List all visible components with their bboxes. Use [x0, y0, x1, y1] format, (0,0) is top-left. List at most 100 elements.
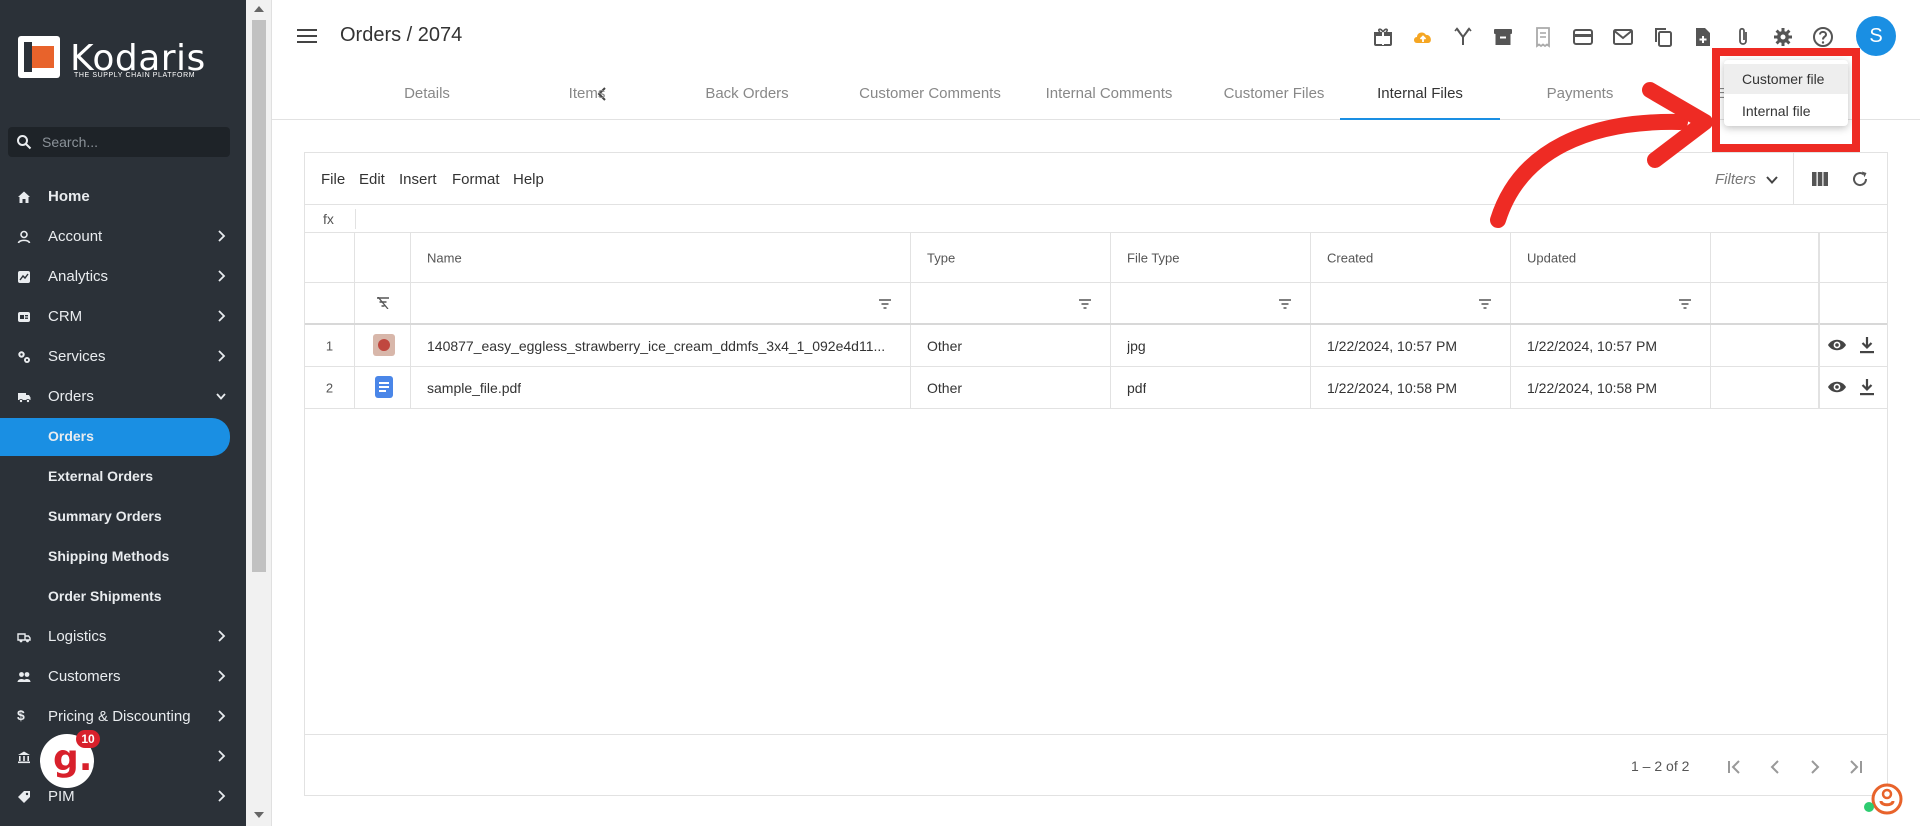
- first-page-icon[interactable]: [1727, 759, 1743, 775]
- sidebar-item-crm[interactable]: CRM: [0, 298, 246, 334]
- menu-format[interactable]: Format: [452, 171, 500, 188]
- copy-icon[interactable]: [1652, 26, 1674, 48]
- file-thumbnail-cell[interactable]: [355, 367, 411, 408]
- sidebar-subitem-shipping-methods[interactable]: Shipping Methods: [0, 538, 246, 574]
- tab-customer-comments[interactable]: Customer Comments: [832, 78, 1028, 120]
- download-icon[interactable]: [1857, 336, 1877, 354]
- file-type-cell[interactable]: pdf: [1111, 367, 1311, 408]
- file-type-cell[interactable]: jpg: [1111, 325, 1311, 366]
- table-row[interactable]: 1 140877_easy_eggless_strawberry_ice_cre…: [305, 325, 1887, 367]
- column-header-created[interactable]: Created: [1311, 233, 1511, 282]
- tab-customer-files[interactable]: Customer Files: [1194, 78, 1354, 120]
- paperclip-icon[interactable]: [1732, 26, 1754, 48]
- menu-edit[interactable]: Edit: [359, 171, 385, 188]
- tab-back-orders[interactable]: Back Orders: [672, 78, 822, 120]
- eye-icon[interactable]: [1827, 378, 1847, 396]
- filter-icon[interactable]: [1078, 298, 1092, 310]
- eye-icon[interactable]: [1827, 336, 1847, 354]
- column-header-extra: [1711, 233, 1819, 282]
- receipt-icon[interactable]: [1532, 26, 1554, 48]
- sidebar-subitem-order-shipments[interactable]: Order Shipments: [0, 578, 246, 614]
- table-row[interactable]: 2 sample_file.pdf Other pdf 1/22/2024, 1…: [305, 367, 1887, 409]
- document-icon[interactable]: [375, 376, 393, 398]
- scrollbar-thumb[interactable]: [252, 20, 266, 572]
- sidebar-item-home[interactable]: Home: [0, 178, 246, 214]
- filter-icon[interactable]: [1478, 298, 1492, 310]
- chat-support-icon[interactable]: [1870, 782, 1904, 816]
- sidebar-item-customers[interactable]: Customers: [0, 658, 246, 694]
- archive-icon[interactable]: [1492, 26, 1514, 48]
- sidebar-subitem-summary-orders[interactable]: Summary Orders: [0, 498, 246, 534]
- sidebar-item-account[interactable]: Account: [0, 218, 246, 254]
- sidebar-scrollbar[interactable]: [246, 0, 272, 826]
- scroll-up-arrow-icon[interactable]: [254, 6, 264, 12]
- help-icon[interactable]: [1812, 26, 1834, 48]
- guide-helper-button[interactable]: g. 10: [40, 730, 100, 788]
- sidebar-subitem-external-orders[interactable]: External Orders: [0, 458, 246, 494]
- filter-file-type[interactable]: [1111, 283, 1311, 323]
- credit-card-icon[interactable]: [1572, 26, 1594, 48]
- menu-insert[interactable]: Insert: [399, 171, 437, 188]
- download-icon[interactable]: [1857, 378, 1877, 396]
- column-header-name[interactable]: Name: [411, 233, 911, 282]
- clear-filter-icon[interactable]: [376, 297, 390, 309]
- merge-icon[interactable]: [1452, 26, 1474, 48]
- filter-icon[interactable]: [1278, 298, 1292, 310]
- type-cell[interactable]: Other: [911, 325, 1111, 366]
- user-avatar[interactable]: S: [1856, 16, 1896, 56]
- columns-icon[interactable]: [1811, 171, 1829, 187]
- filter-updated[interactable]: [1511, 283, 1711, 323]
- sidebar-item-services[interactable]: Services: [0, 338, 246, 374]
- filter-name[interactable]: [411, 283, 911, 323]
- image-thumbnail[interactable]: [373, 334, 395, 356]
- updated-cell[interactable]: 1/22/2024, 10:57 PM: [1511, 325, 1711, 366]
- scroll-down-arrow-icon[interactable]: [254, 812, 264, 818]
- sidebar-item-pim[interactable]: PIM: [0, 778, 246, 814]
- chevron-down-icon[interactable]: [1765, 175, 1779, 185]
- previous-page-icon[interactable]: [1767, 759, 1783, 775]
- next-page-icon[interactable]: [1807, 759, 1823, 775]
- menu-help[interactable]: Help: [513, 171, 544, 188]
- search-input[interactable]: [42, 131, 222, 153]
- file-name-cell[interactable]: sample_file.pdf: [411, 367, 911, 408]
- column-header-type[interactable]: Type: [911, 233, 1111, 282]
- sidebar-item-orders[interactable]: Orders: [0, 378, 246, 414]
- file-add-icon[interactable]: [1692, 26, 1714, 48]
- kodaris-logo[interactable]: Kodaris THE SUPPLY CHAIN PLATFORM: [18, 36, 208, 82]
- tab-items[interactable]: Items: [512, 78, 662, 120]
- sidebar-search[interactable]: [8, 127, 230, 157]
- last-page-icon[interactable]: [1847, 759, 1863, 775]
- filter-icon[interactable]: [1678, 298, 1692, 310]
- clear-filter-cell[interactable]: [355, 283, 411, 323]
- tab-internal-files[interactable]: Internal Files: [1340, 78, 1500, 120]
- corner-cell[interactable]: [305, 233, 355, 282]
- filter-created[interactable]: [1311, 283, 1511, 323]
- gift-icon[interactable]: [1372, 26, 1394, 48]
- created-cell[interactable]: 1/22/2024, 10:58 PM: [1311, 367, 1511, 408]
- file-thumbnail-cell[interactable]: [355, 325, 411, 366]
- tab-details[interactable]: Details: [352, 78, 502, 120]
- sidebar-item-bank[interactable]: [0, 738, 246, 774]
- type-cell[interactable]: Other: [911, 367, 1111, 408]
- refresh-icon[interactable]: [1851, 170, 1869, 188]
- cloud-upload-icon[interactable]: [1412, 26, 1434, 48]
- logistics-icon: [17, 633, 31, 643]
- mail-icon[interactable]: [1612, 26, 1634, 48]
- file-name-cell[interactable]: 140877_easy_eggless_strawberry_ice_cream…: [411, 325, 911, 366]
- filters-button[interactable]: Filters: [1715, 171, 1756, 188]
- column-header-updated[interactable]: Updated: [1511, 233, 1711, 282]
- gear-icon[interactable]: [1772, 26, 1794, 48]
- notification-count-badge: 10: [76, 730, 100, 748]
- sidebar-item-pricing-discounting[interactable]: $ Pricing & Discounting: [0, 698, 246, 734]
- updated-cell[interactable]: 1/22/2024, 10:58 PM: [1511, 367, 1711, 408]
- menu-file[interactable]: File: [321, 171, 345, 188]
- sidebar-item-analytics[interactable]: Analytics: [0, 258, 246, 294]
- tab-internal-comments[interactable]: Internal Comments: [1024, 78, 1194, 120]
- filter-icon[interactable]: [878, 298, 892, 310]
- created-cell[interactable]: 1/22/2024, 10:57 PM: [1311, 325, 1511, 366]
- hamburger-menu-button[interactable]: [297, 28, 317, 44]
- sidebar-subitem-orders[interactable]: Orders: [0, 418, 230, 456]
- column-header-file-type[interactable]: File Type: [1111, 233, 1311, 282]
- sidebar-item-logistics[interactable]: Logistics: [0, 618, 246, 654]
- filter-type[interactable]: [911, 283, 1111, 323]
